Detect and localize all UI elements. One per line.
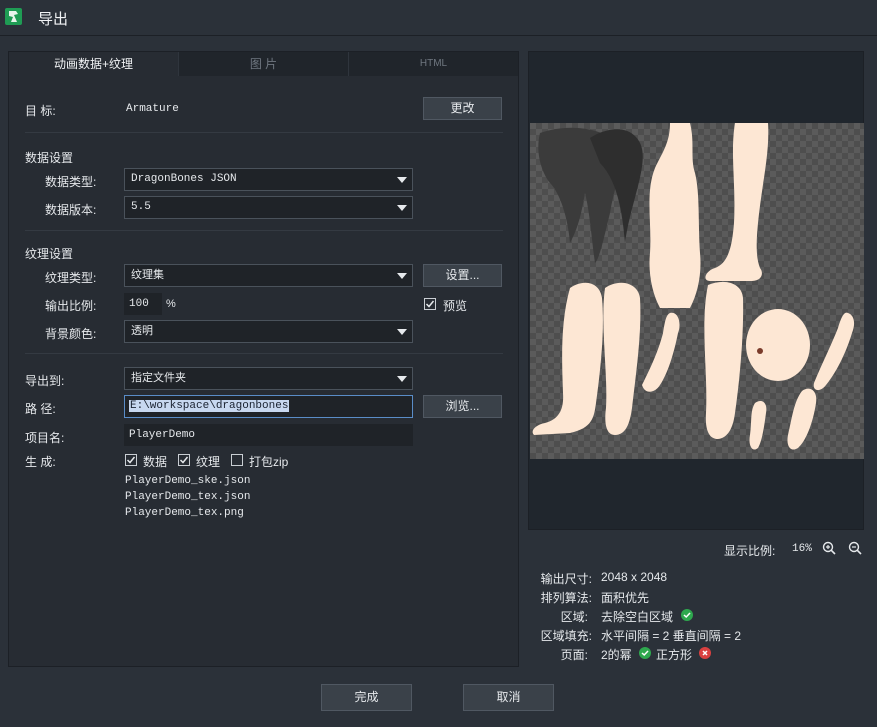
target-label: 目 标:: [25, 104, 56, 118]
export-settings-panel: [8, 51, 519, 667]
algorithm-label: 排列算法:: [540, 591, 592, 605]
output-file: PlayerDemo_tex.json: [125, 491, 251, 503]
window-title: 导出: [38, 11, 69, 28]
page-label: 页面:: [560, 648, 588, 662]
export-to-label: 导出到:: [25, 374, 65, 388]
export-to-value: 指定文件夹: [131, 372, 186, 384]
preview-label: 预览: [443, 299, 468, 313]
generate-label: 生 成:: [25, 455, 56, 469]
divider: [25, 132, 503, 133]
padding-value: 水平间隔 = 2 垂直间隔 = 2: [601, 629, 742, 643]
data-type-label: 数据类型:: [45, 175, 97, 189]
check-icon: [179, 456, 189, 464]
data-option-label: 数据: [143, 455, 168, 469]
title-bar: [0, 0, 877, 36]
export-to-select[interactable]: 指定文件夹: [124, 367, 413, 390]
texture-settings-button[interactable]: 设置...: [423, 264, 502, 287]
region-label: 区域:: [560, 610, 588, 624]
tab-html[interactable]: HTML: [348, 52, 518, 76]
path-input[interactable]: E:\workspace\dragonbones: [124, 395, 413, 418]
cross-circle-icon: [699, 647, 711, 659]
check-circle-icon: [639, 647, 651, 659]
data-checkbox[interactable]: [125, 454, 137, 466]
bg-color-select[interactable]: 透明: [124, 320, 413, 343]
texture-option-label: 纹理: [196, 455, 221, 469]
path-label: 路 径:: [25, 402, 56, 416]
bg-color-value: 透明: [131, 325, 153, 337]
bg-color-label: 背景颜色:: [45, 327, 97, 341]
data-settings-heading: 数据设置: [25, 151, 74, 165]
tab-animation-texture[interactable]: 动画数据+纹理: [9, 52, 178, 76]
page-pow2: 2的幂: [601, 648, 632, 662]
zoom-label: 显示比例:: [724, 544, 776, 558]
output-size-value: 2048 x 2048: [601, 570, 668, 584]
check-icon: [126, 456, 136, 464]
target-value: Armature: [126, 103, 179, 115]
region-value: 去除空白区域: [601, 610, 674, 624]
padding-label: 区域填充:: [540, 629, 592, 643]
preview-checkbox[interactable]: [424, 298, 436, 310]
zip-option-label: 打包zip: [249, 455, 289, 469]
browse-button[interactable]: 浏览...: [423, 395, 502, 418]
chevron-down-icon: [397, 177, 407, 183]
algorithm-value: 面积优先: [601, 591, 650, 605]
texture-type-value: 纹理集: [131, 269, 164, 281]
data-version-value: 5.5: [131, 201, 151, 213]
zoom-in-icon[interactable]: [822, 541, 836, 558]
path-value: E:\workspace\dragonbones: [129, 400, 290, 412]
divider: [25, 230, 503, 231]
page-square: 正方形: [656, 648, 693, 662]
done-button[interactable]: 完成: [321, 684, 412, 711]
chevron-down-icon: [397, 376, 407, 382]
output-file: PlayerDemo_ske.json: [125, 475, 251, 487]
data-version-select[interactable]: 5.5: [124, 196, 413, 219]
texture-settings-heading: 纹理设置: [25, 247, 74, 261]
chevron-down-icon: [397, 273, 407, 279]
project-name-input[interactable]: PlayerDemo: [124, 424, 413, 446]
output-scale-input[interactable]: 100: [124, 293, 162, 315]
character-atlas-image: [532, 123, 855, 450]
zoom-out-icon[interactable]: [848, 541, 862, 558]
tab-image[interactable]: 图 片: [178, 52, 348, 76]
output-scale-label: 输出比例:: [45, 299, 97, 313]
tab-bar: 动画数据+纹理 图 片 HTML: [9, 52, 518, 76]
data-type-value: DragonBones JSON: [131, 173, 237, 185]
data-type-select[interactable]: DragonBones JSON: [124, 168, 413, 191]
texture-type-select[interactable]: 纹理集: [124, 264, 413, 287]
divider: [25, 353, 503, 354]
zoom-value: 16%: [792, 543, 812, 555]
texture-atlas-preview[interactable]: [530, 123, 864, 459]
project-name-label: 项目名:: [25, 431, 65, 445]
output-size-label: 输出尺寸:: [540, 572, 592, 586]
scale-unit: %: [166, 298, 176, 310]
chevron-down-icon: [397, 205, 407, 211]
output-file: PlayerDemo_tex.png: [125, 507, 244, 519]
check-circle-icon: [681, 609, 693, 621]
zip-checkbox[interactable]: [231, 454, 243, 466]
dragonbones-app-icon: [5, 8, 22, 25]
chevron-down-icon: [397, 329, 407, 335]
cancel-button[interactable]: 取消: [463, 684, 554, 711]
check-icon: [425, 300, 435, 308]
data-version-label: 数据版本:: [45, 203, 97, 217]
texture-type-label: 纹理类型:: [45, 271, 97, 285]
change-button[interactable]: 更改: [423, 97, 502, 120]
texture-checkbox[interactable]: [178, 454, 190, 466]
